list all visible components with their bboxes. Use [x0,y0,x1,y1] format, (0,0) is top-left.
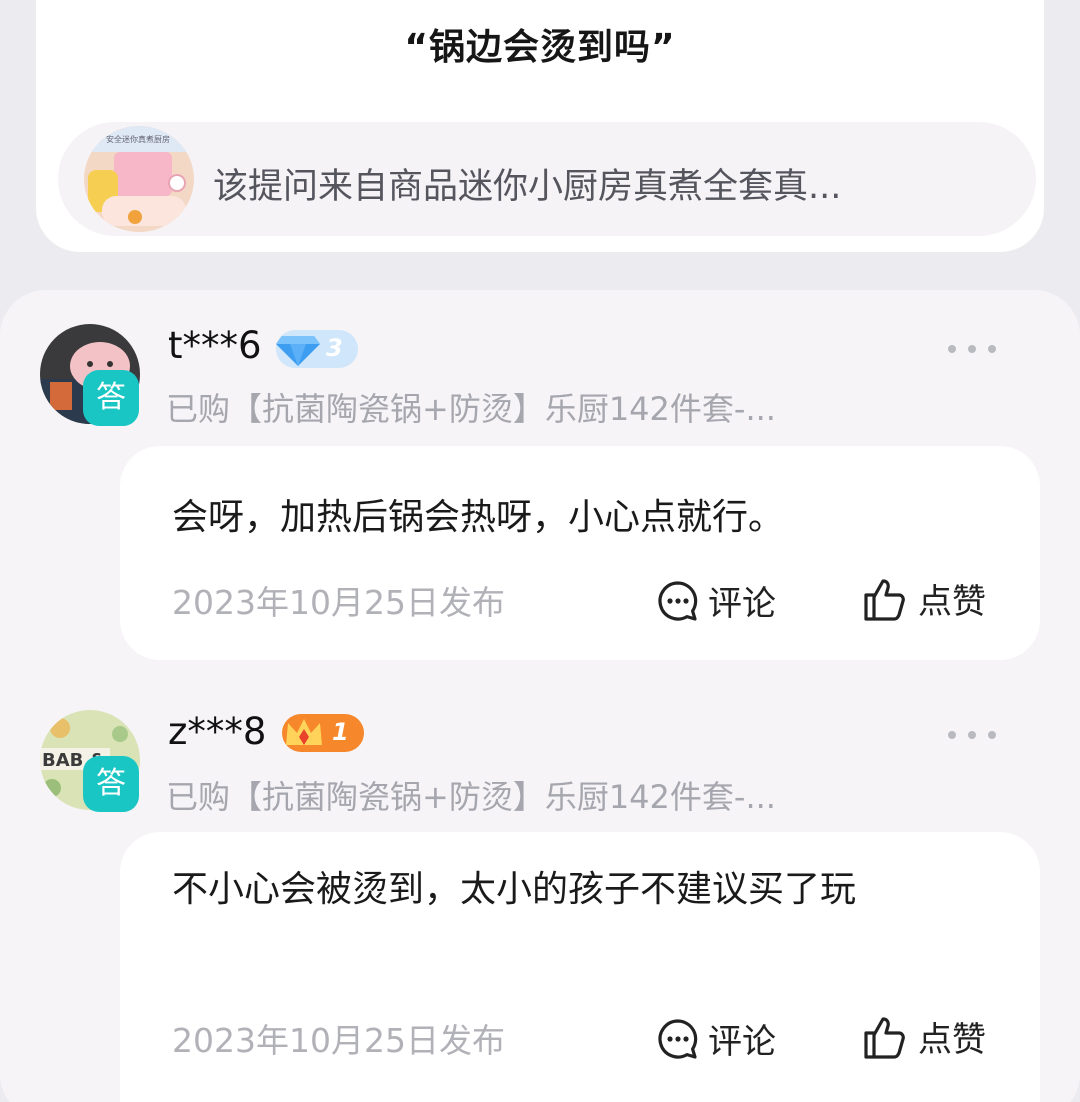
crown-icon [286,719,322,745]
level-badge: 3 [276,330,358,368]
thumbnail-food-shape [128,210,142,224]
username[interactable]: z***8 [168,710,266,753]
purchased-product-label: 已购【抗菌陶瓷锅+防烫】乐厨142件套-... [166,778,776,816]
answer-text: 会呀，加热后锅会热呀，小心点就行。 [172,497,785,538]
thumbnail-kitchen-shape [114,152,172,196]
answer-text: 不小心会被烫到，太小的孩子不建议买了玩 [172,869,857,910]
comment-button[interactable]: 评论 [656,1014,776,1063]
user-avatar[interactable]: BAB & 答 [40,710,144,814]
thumbnail-plates-shape [102,196,186,226]
product-thumbnail: 安全迷你真煮厨房 [84,126,194,232]
comment-label: 评论 [708,1022,776,1062]
level-badge: 1 [282,714,364,752]
like-label: 点赞 [918,582,986,622]
like-button[interactable]: 点赞 [862,574,986,623]
comment-label: 评论 [708,584,776,624]
answer-badge: 答 [83,756,139,812]
level-number: 1 [332,718,349,746]
purchased-product-label: 已购【抗菌陶瓷锅+防烫】乐厨142件套-... [166,390,776,428]
publish-date: 2023年10月25日发布 [172,1021,505,1060]
thumbnail-plate-shape [168,174,186,192]
diamond-icon [276,336,320,366]
answer-bubble: 不小心会被烫到，太小的孩子不建议买了玩 2023年10月25日发布 评论 点赞 [120,832,1040,1102]
level-number: 3 [326,334,343,362]
answers-panel: 答 t***6 3 已购【抗菌陶瓷锅+防烫】乐厨142件套-... 会呀，加热后… [0,290,1080,1102]
answer-bubble: 会呀，加热后锅会热呀，小心点就行。 2023年10月25日发布 评论 点赞 [120,446,1040,660]
username[interactable]: t***6 [168,324,262,367]
user-avatar[interactable]: 答 [40,324,144,428]
more-options-icon[interactable] [948,728,996,740]
publish-date: 2023年10月25日发布 [172,583,505,622]
product-source-link[interactable]: 安全迷你真煮厨房 该提问来自商品迷你小厨房真煮全套真... [58,122,1036,236]
question-card: “锅边会烫到吗” 安全迷你真煮厨房 该提问来自商品迷你小厨房真煮全套真... [36,0,1044,252]
thumbs-up-icon [864,578,905,621]
like-label: 点赞 [918,1020,986,1060]
answer-badge: 答 [83,370,139,426]
thumbnail-caption: 安全迷你真煮厨房 [84,126,194,152]
comment-icon [658,580,698,621]
comment-icon [658,1018,698,1059]
thumbs-up-icon [864,1016,905,1059]
question-title: “锅边会烫到吗” [404,27,676,68]
qa-page: “锅边会烫到吗” 安全迷你真煮厨房 该提问来自商品迷你小厨房真煮全套真... 答… [0,0,1080,1102]
product-source-text: 该提问来自商品迷你小厨房真煮全套真... [213,167,842,207]
comment-button[interactable]: 评论 [656,576,776,625]
like-button[interactable]: 点赞 [862,1012,986,1061]
more-options-icon[interactable] [948,342,996,354]
